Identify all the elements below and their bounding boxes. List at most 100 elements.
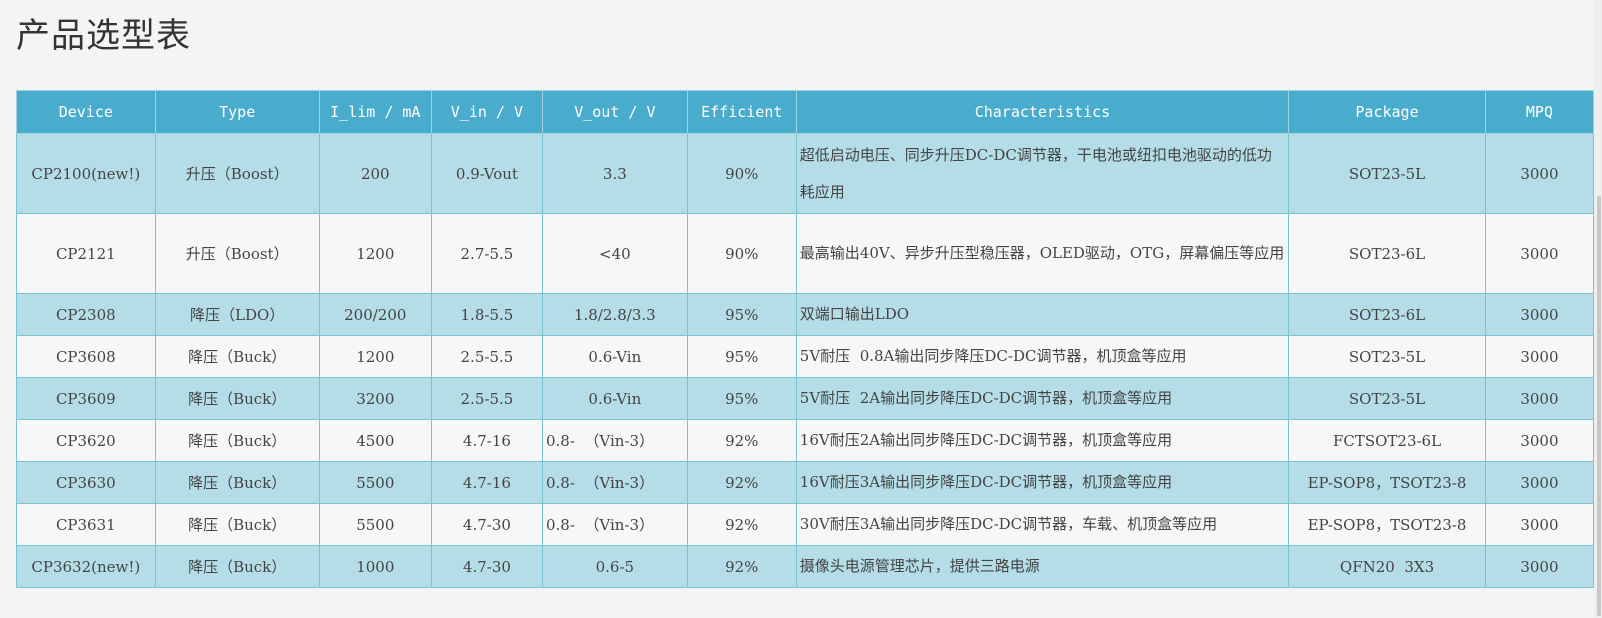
cell-efficient: 95% bbox=[686, 335, 797, 378]
table-row: CP3631 降压（Buck） 5500 4.7-30 0.8- （Vin-3）… bbox=[16, 503, 1595, 546]
cell-v-in: 4.7-30 bbox=[430, 503, 543, 546]
header-characteristics: Characteristics bbox=[795, 90, 1290, 134]
cell-type: 降压（Buck） bbox=[154, 545, 320, 588]
cell-v-in: 4.7-30 bbox=[430, 545, 543, 588]
cell-i-lim: 1200 bbox=[318, 335, 432, 378]
cell-type: 降压（Buck） bbox=[154, 377, 320, 420]
table-row: CP3609 降压（Buck） 3200 2.5-5.5 0.6-Vin 95%… bbox=[16, 377, 1595, 420]
cell-characteristics: 5V耐压 0.8A输出同步降压DC-DC调节器，机顶盒等应用 bbox=[795, 335, 1290, 378]
cell-type: 降压（Buck） bbox=[154, 335, 320, 378]
cell-v-in: 2.5-5.5 bbox=[430, 335, 543, 378]
cell-efficient: 95% bbox=[686, 377, 797, 420]
cell-efficient: 92% bbox=[686, 461, 797, 504]
cell-mpq: 3000 bbox=[1484, 335, 1595, 378]
table-row: CP2308 降压（LDO） 200/200 1.8-5.5 1.8/2.8/3… bbox=[16, 293, 1595, 336]
cell-i-lim: 1200 bbox=[318, 213, 432, 294]
table-row: CP2100(new!) 升压（Boost） 200 0.9-Vout 3.3 … bbox=[16, 133, 1595, 214]
cell-characteristics: 双端口输出LDO bbox=[795, 293, 1290, 336]
cell-type: 降压（Buck） bbox=[154, 419, 320, 462]
header-type: Type bbox=[154, 90, 320, 134]
cell-v-in: 4.7-16 bbox=[430, 419, 543, 462]
cell-v-out: 0.8- （Vin-3） bbox=[541, 419, 688, 462]
cell-type: 升压（Boost） bbox=[154, 213, 320, 294]
cell-device: CP3630 bbox=[16, 461, 156, 504]
cell-type: 升压（Boost） bbox=[154, 133, 320, 214]
table-row: CP3608 降压（Buck） 1200 2.5-5.5 0.6-Vin 95%… bbox=[16, 335, 1595, 378]
cell-package: EP-SOP8，TSOT23-8 bbox=[1288, 503, 1486, 546]
table-row: CP3632(new!) 降压（Buck） 1000 4.7-30 0.6-5 … bbox=[16, 545, 1595, 588]
cell-efficient: 92% bbox=[686, 419, 797, 462]
cell-device: CP3608 bbox=[16, 335, 156, 378]
cell-v-out: 0.8- （Vin-3） bbox=[541, 503, 688, 546]
cell-i-lim: 4500 bbox=[318, 419, 432, 462]
cell-v-out: 3.3 bbox=[541, 133, 688, 214]
cell-package: QFN20 3X3 bbox=[1288, 545, 1486, 588]
header-mpq: MPQ bbox=[1484, 90, 1595, 134]
cell-device: CP3632(new!) bbox=[16, 545, 156, 588]
table-row: CP2121 升压（Boost） 1200 2.7-5.5 <40 90% 最高… bbox=[16, 213, 1595, 294]
cell-mpq: 3000 bbox=[1484, 133, 1595, 214]
cell-package: SOT23-5L bbox=[1288, 377, 1486, 420]
cell-package: SOT23-5L bbox=[1288, 133, 1486, 214]
cell-v-out: 0.8- （Vin-3） bbox=[541, 461, 688, 504]
cell-efficient: 90% bbox=[686, 213, 797, 294]
product-selection-table: Device Type I_lim / mA V_in / V V_out / … bbox=[16, 90, 1595, 588]
cell-v-in: 1.8-5.5 bbox=[430, 293, 543, 336]
cell-characteristics: 最高输出40V、异步升压型稳压器，OLED驱动，OTG，屏幕偏压等应用 bbox=[795, 213, 1290, 294]
cell-device: CP3609 bbox=[16, 377, 156, 420]
cell-mpq: 3000 bbox=[1484, 503, 1595, 546]
cell-mpq: 3000 bbox=[1484, 293, 1595, 336]
header-device: Device bbox=[16, 90, 156, 134]
cell-v-in: 0.9-Vout bbox=[430, 133, 543, 214]
cell-characteristics: 摄像头电源管理芯片，提供三路电源 bbox=[795, 545, 1290, 588]
cell-v-out: 0.6-5 bbox=[541, 545, 688, 588]
table-header-row: Device Type I_lim / mA V_in / V V_out / … bbox=[16, 90, 1595, 134]
cell-v-out: <40 bbox=[541, 213, 688, 294]
header-i-lim: I_lim / mA bbox=[318, 90, 432, 134]
cell-mpq: 3000 bbox=[1484, 545, 1595, 588]
cell-i-lim: 200/200 bbox=[318, 293, 432, 336]
cell-v-out: 0.6-Vin bbox=[541, 335, 688, 378]
vertical-scrollbar[interactable] bbox=[1594, 0, 1602, 618]
scrollbar-thumb[interactable] bbox=[1597, 196, 1601, 616]
cell-v-in: 2.5-5.5 bbox=[430, 377, 543, 420]
cell-v-in: 2.7-5.5 bbox=[430, 213, 543, 294]
cell-i-lim: 3200 bbox=[318, 377, 432, 420]
cell-mpq: 3000 bbox=[1484, 419, 1595, 462]
cell-device: CP2100(new!) bbox=[16, 133, 156, 214]
page-title: 产品选型表 bbox=[16, 16, 191, 56]
cell-efficient: 92% bbox=[686, 545, 797, 588]
cell-i-lim: 200 bbox=[318, 133, 432, 214]
cell-i-lim: 5500 bbox=[318, 461, 432, 504]
cell-package: FCTSOT23-6L bbox=[1288, 419, 1486, 462]
cell-type: 降压（Buck） bbox=[154, 503, 320, 546]
product-selection-table-container: Device Type I_lim / mA V_in / V V_out / … bbox=[16, 90, 1595, 588]
cell-efficient: 90% bbox=[686, 133, 797, 214]
header-efficient: Efficient bbox=[686, 90, 797, 134]
cell-v-out: 0.6-Vin bbox=[541, 377, 688, 420]
table-row: CP3630 降压（Buck） 5500 4.7-16 0.8- （Vin-3）… bbox=[16, 461, 1595, 504]
cell-package: EP-SOP8，TSOT23-8 bbox=[1288, 461, 1486, 504]
cell-i-lim: 1000 bbox=[318, 545, 432, 588]
cell-package: SOT23-6L bbox=[1288, 293, 1486, 336]
cell-characteristics: 30V耐压3A输出同步降压DC-DC调节器，车载、机顶盒等应用 bbox=[795, 503, 1290, 546]
cell-mpq: 3000 bbox=[1484, 461, 1595, 504]
cell-device: CP3620 bbox=[16, 419, 156, 462]
cell-device: CP2308 bbox=[16, 293, 156, 336]
cell-efficient: 92% bbox=[686, 503, 797, 546]
cell-i-lim: 5500 bbox=[318, 503, 432, 546]
cell-device: CP3631 bbox=[16, 503, 156, 546]
cell-package: SOT23-6L bbox=[1288, 213, 1486, 294]
cell-characteristics: 超低启动电压、同步升压DC-DC调节器，干电池或纽扣电池驱动的低功耗应用 bbox=[795, 133, 1290, 214]
cell-efficient: 95% bbox=[686, 293, 797, 336]
cell-v-out: 1.8/2.8/3.3 bbox=[541, 293, 688, 336]
cell-characteristics: 16V耐压3A输出同步降压DC-DC调节器，机顶盒等应用 bbox=[795, 461, 1290, 504]
table-row: CP3620 降压（Buck） 4500 4.7-16 0.8- （Vin-3）… bbox=[16, 419, 1595, 462]
cell-device: CP2121 bbox=[16, 213, 156, 294]
cell-characteristics: 16V耐压2A输出同步降压DC-DC调节器，机顶盒等应用 bbox=[795, 419, 1290, 462]
header-package: Package bbox=[1288, 90, 1486, 134]
cell-mpq: 3000 bbox=[1484, 377, 1595, 420]
cell-type: 降压（LDO） bbox=[154, 293, 320, 336]
cell-package: SOT23-5L bbox=[1288, 335, 1486, 378]
cell-type: 降压（Buck） bbox=[154, 461, 320, 504]
